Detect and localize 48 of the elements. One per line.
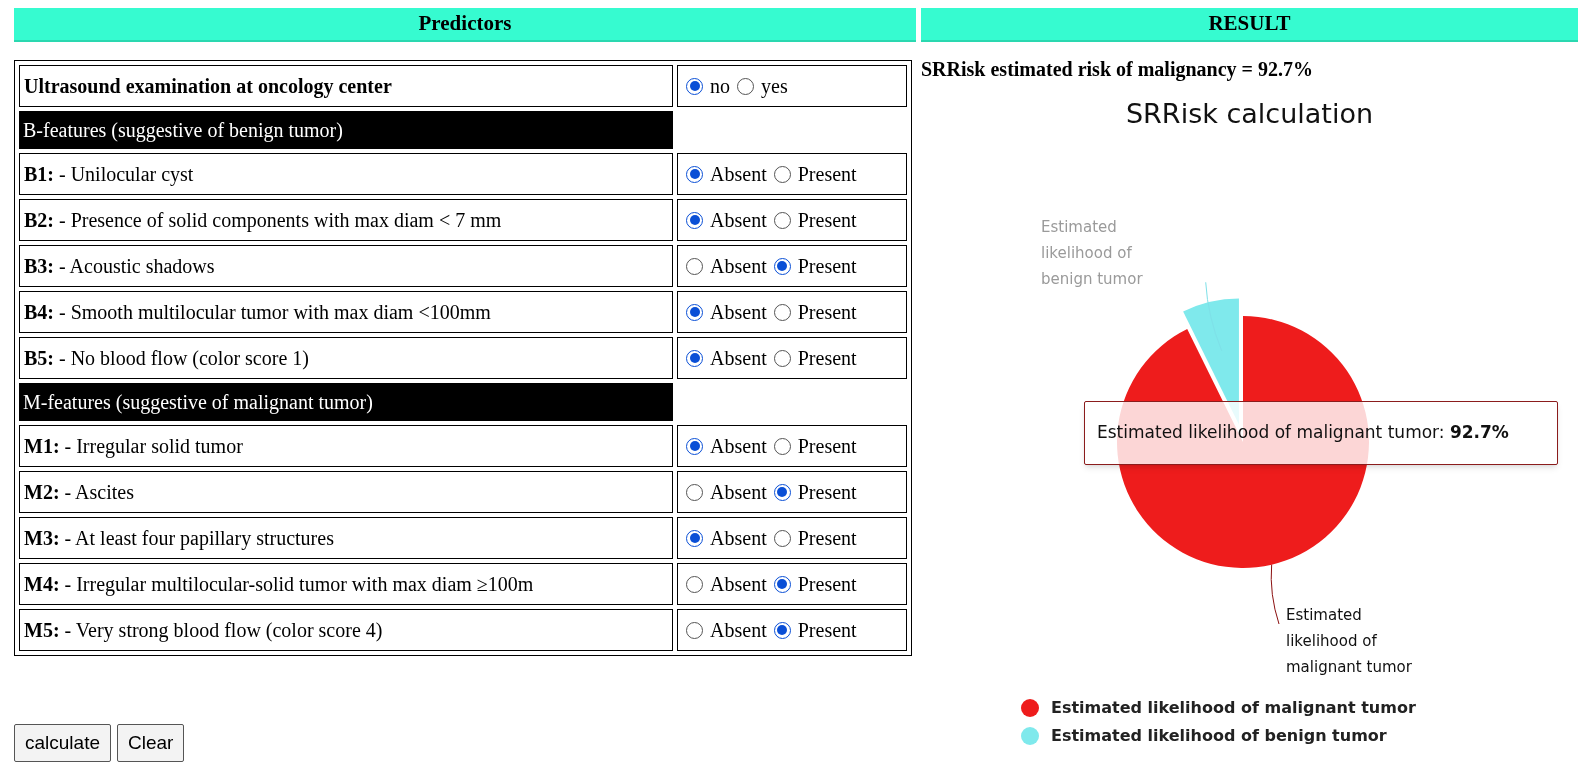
option-label: Present xyxy=(797,526,857,551)
option-label: Present xyxy=(797,208,857,233)
feature-label: M3: - At least four papillary structures xyxy=(24,527,334,549)
legend-label: Estimated likelihood of benign tumor xyxy=(1051,725,1387,747)
option-label: Present xyxy=(797,254,857,279)
slice-label: Estimated likelihood of benign tumor xyxy=(1041,217,1144,290)
legend-label: Estimated likelihood of malignant tumor xyxy=(1051,697,1416,719)
feature-label: B1: - Unilocular cyst xyxy=(24,163,194,185)
section-header-bar: RESULT xyxy=(921,8,1578,42)
chart-title: SRRisk calculation xyxy=(1124,97,1375,131)
option-label: Absent xyxy=(710,300,767,325)
feature-label: M4: - Irregular multilocular-solid tumor with max diam ≥100m xyxy=(24,573,534,595)
feature-label: M1: - Irregular solid tumor xyxy=(24,435,243,457)
option-label: Absent xyxy=(710,346,767,371)
tooltip: Estimated likelihood of malignant tumor: 92.7% xyxy=(1084,401,1558,465)
slice-label: Estimated likelihood of malignant tumor xyxy=(1286,605,1413,678)
option-label: Absent xyxy=(710,162,767,187)
option-label: Present xyxy=(797,434,857,459)
section-header: M-features (suggestive of malignant tumor) xyxy=(19,383,674,421)
option-label: Absent xyxy=(710,480,767,505)
option-label: Absent xyxy=(710,572,767,597)
option-label: Absent xyxy=(710,208,767,233)
feature-label: B3: - Acoustic shadows xyxy=(24,255,215,277)
question-label: Ultrasound examination at oncology center xyxy=(19,65,674,107)
form-button[interactable]: Clear xyxy=(117,724,185,762)
option-label: Present xyxy=(797,572,857,597)
option-label: Absent xyxy=(710,618,767,643)
result-text: SRRisk estimated risk of malignancy = 92.7% xyxy=(921,57,1314,83)
option-label: Present xyxy=(797,346,857,371)
option-label: no xyxy=(710,74,731,99)
section-header: B-features (suggestive of benign tumor) xyxy=(19,111,674,149)
feature-label: M2: - Ascites xyxy=(24,481,134,503)
feature-label: B2: - Presence of solid components with max diam < 7 mm xyxy=(24,209,502,231)
leader-line xyxy=(1205,281,1223,352)
option-label: Absent xyxy=(710,434,767,459)
leader-line xyxy=(1270,564,1280,625)
form-button[interactable]: calculate xyxy=(14,724,111,762)
option-label: Present xyxy=(797,162,857,187)
option-label: yes xyxy=(761,74,788,100)
option-label: Present xyxy=(797,480,857,505)
feature-label: B5: - No blood flow (color score 1) xyxy=(24,347,309,369)
option-label: Absent xyxy=(710,526,767,551)
option-label: Present xyxy=(797,618,857,643)
feature-label: M5: - Very strong blood flow (color score 4) xyxy=(24,619,383,641)
section-header-bar: Predictors xyxy=(14,8,916,42)
feature-label: B4: - Smooth multilocular tumor with max diam <100mm xyxy=(24,301,491,323)
option-label: Present xyxy=(797,300,857,325)
option-label: Absent xyxy=(710,254,767,279)
